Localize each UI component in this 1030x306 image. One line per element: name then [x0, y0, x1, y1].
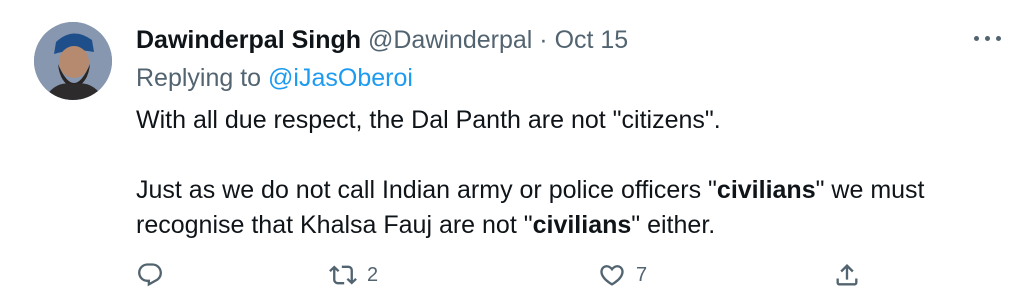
- avatar[interactable]: [34, 22, 112, 100]
- separator-dot: ·: [539, 26, 548, 54]
- like-button[interactable]: 7: [598, 258, 647, 292]
- tweet-text: With all due respect, the Dal Panth are …: [136, 103, 925, 243]
- tweet-line-2: Just as we do not call Indian army or po…: [136, 173, 925, 208]
- line-3-end: " either.: [631, 211, 716, 239]
- like-count: 7: [636, 263, 648, 286]
- bold-word-civilians: civilians: [716, 176, 816, 204]
- replying-prefix: Replying to: [136, 64, 262, 92]
- reply-mention-link[interactable]: @iJasOberoi: [268, 64, 413, 92]
- tweet-header: Dawinderpal Singh @Dawinderpal · Oct 15: [136, 26, 628, 55]
- retweet-button[interactable]: 2: [329, 258, 378, 292]
- replying-to: Replying to @iJasOberoi: [136, 64, 413, 93]
- share-button[interactable]: [833, 258, 861, 292]
- reply-icon: [138, 263, 162, 287]
- avatar-image: [34, 22, 112, 100]
- retweet-icon: [329, 265, 357, 285]
- author-handle[interactable]: @Dawinderpal: [368, 26, 532, 54]
- tweet-line-3: recognise that Khalsa Fauj are not "civi…: [136, 208, 925, 243]
- tweet-actions: 2 7: [136, 258, 876, 292]
- bold-word-civilians: civilians: [532, 211, 632, 239]
- like-icon: [600, 265, 624, 286]
- tweet-date[interactable]: Oct 15: [555, 26, 629, 54]
- tweet-line-1: With all due respect, the Dal Panth are …: [136, 106, 721, 134]
- retweet-count: 2: [367, 263, 379, 286]
- author-name[interactable]: Dawinderpal Singh: [136, 26, 361, 54]
- more-icon[interactable]: [972, 24, 1004, 52]
- share-icon: [836, 264, 858, 286]
- line-2-end: " we must: [815, 176, 925, 204]
- line-3-start: recognise that Khalsa Fauj are not ": [136, 211, 533, 239]
- reply-button[interactable]: [136, 258, 174, 292]
- line-2-start: Just as we do not call Indian army or po…: [136, 176, 717, 204]
